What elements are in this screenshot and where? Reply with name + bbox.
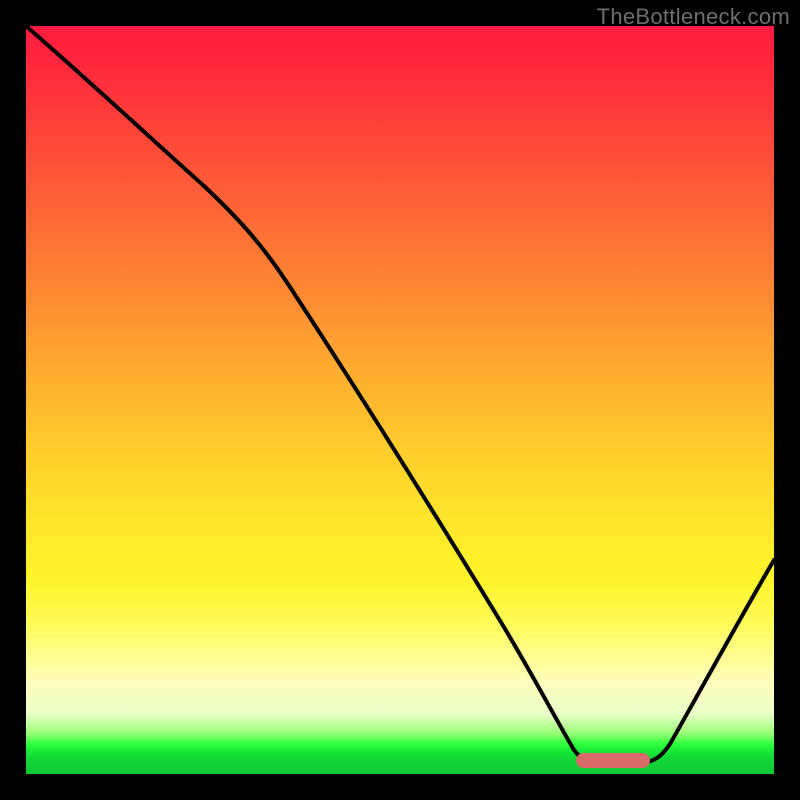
chart-frame: TheBottleneck.com	[0, 0, 800, 800]
plot-area	[26, 26, 774, 774]
bottleneck-curve	[26, 26, 774, 774]
watermark-text: TheBottleneck.com	[597, 4, 790, 30]
optimal-range-marker	[576, 753, 650, 768]
